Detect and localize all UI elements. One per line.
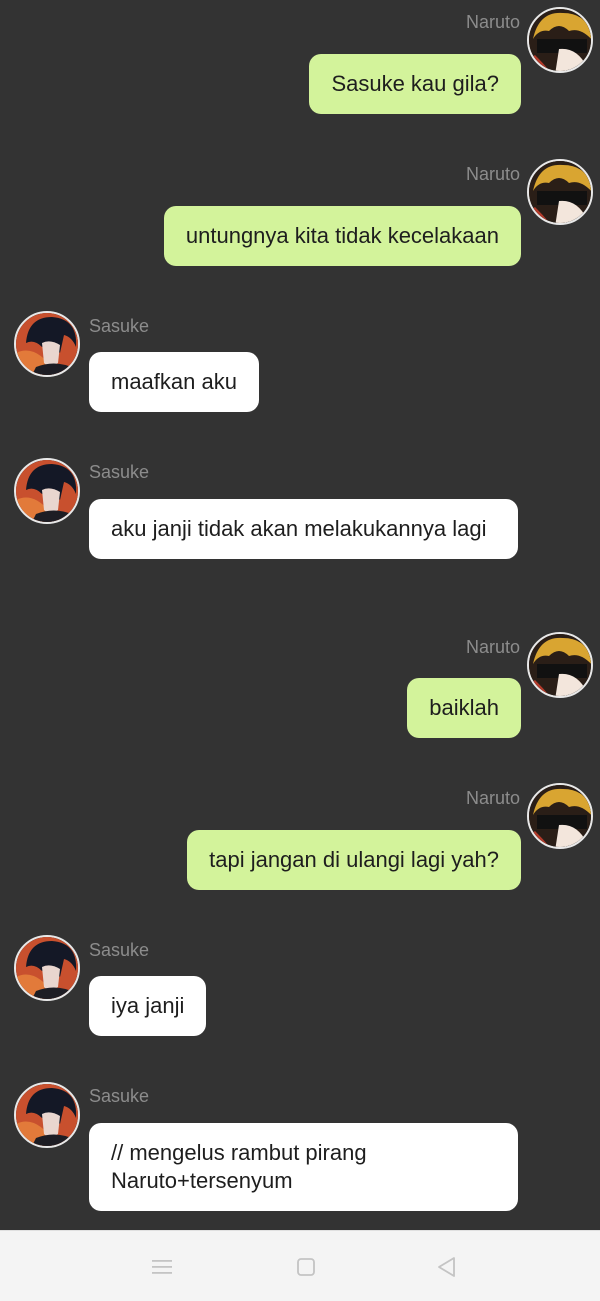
- message-bubble-incoming[interactable]: maafkan aku: [89, 352, 259, 412]
- system-navigation-bar: [0, 1230, 600, 1301]
- back-triangle-icon[interactable]: [435, 1255, 459, 1279]
- sender-name: Sasuke: [89, 316, 150, 336]
- avatar-naruto-image: [529, 161, 591, 223]
- avatar-sasuke[interactable]: [14, 935, 80, 1001]
- avatar-naruto-image: [529, 634, 591, 696]
- sender-name: Sasuke: [89, 462, 150, 482]
- message-bubble-incoming[interactable]: // mengelus rambut pirang Naruto+terseny…: [89, 1123, 518, 1211]
- avatar-naruto[interactable]: [527, 783, 593, 849]
- avatar-sasuke[interactable]: [14, 458, 80, 524]
- avatar-sasuke-image: [16, 460, 78, 522]
- message-bubble-outgoing[interactable]: untungnya kita tidak kecelakaan: [163, 206, 521, 266]
- message-bubble-outgoing[interactable]: Sasuke kau gila?: [309, 54, 521, 114]
- sender-name: Sasuke: [89, 940, 150, 960]
- avatar-naruto[interactable]: [527, 7, 593, 73]
- sender-name: Naruto: [465, 164, 520, 184]
- avatar-naruto-image: [529, 9, 591, 71]
- avatar-sasuke[interactable]: [14, 311, 80, 377]
- message-bubble-outgoing[interactable]: tapi jangan di ulangi lagi yah?: [187, 830, 521, 890]
- message-bubble-incoming[interactable]: iya janji: [89, 976, 207, 1036]
- home-square-icon[interactable]: [294, 1255, 318, 1279]
- sender-name: Naruto: [465, 637, 520, 657]
- avatar-sasuke[interactable]: [14, 1082, 80, 1148]
- avatar-sasuke-image: [16, 1084, 78, 1146]
- avatar-sasuke-image: [16, 313, 78, 375]
- message-bubble-incoming[interactable]: aku janji tidak akan melakukannya lagi: [89, 499, 518, 559]
- avatar-naruto[interactable]: [527, 632, 593, 698]
- chat-thread[interactable]: Naruto Sasuke kau gila? Naruto untungnya…: [0, 0, 600, 1230]
- sender-name: Naruto: [465, 788, 520, 808]
- message-bubble-outgoing[interactable]: baiklah: [407, 678, 521, 738]
- sender-name: Sasuke: [89, 1086, 150, 1106]
- avatar-naruto[interactable]: [527, 159, 593, 225]
- avatar-naruto-image: [529, 785, 591, 847]
- menu-icon[interactable]: [150, 1255, 174, 1279]
- avatar-sasuke-image: [16, 937, 78, 999]
- sender-name: Naruto: [465, 12, 520, 32]
